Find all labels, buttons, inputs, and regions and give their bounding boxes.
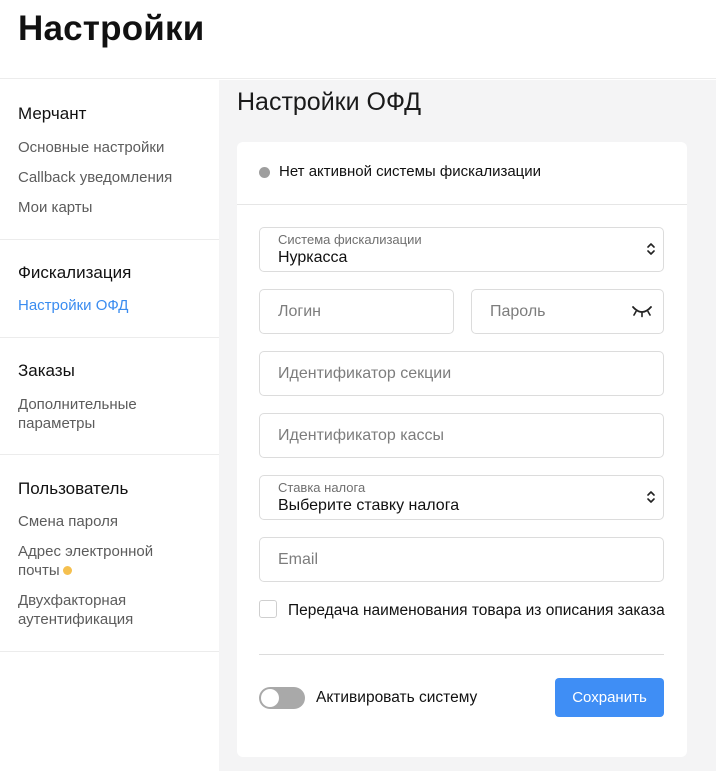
toggle-knob (261, 689, 279, 707)
main-content: Настройки ОФД Нет активной системы фиска… (219, 80, 716, 771)
chevron-up-down-icon (647, 243, 655, 255)
form-divider (259, 654, 664, 655)
page-header: Настройки (0, 0, 716, 79)
sidebar-item-extra-params[interactable]: Дополнительные параметры (18, 395, 137, 433)
email-field[interactable] (259, 537, 664, 582)
activate-system-label: Активировать систему (316, 689, 478, 706)
sidebar-item-my-cards[interactable]: Мои карты (18, 198, 92, 217)
login-input[interactable] (260, 290, 453, 333)
sidebar-divider (0, 239, 219, 240)
fiscal-status-bar: Нет активной системы фискализации (237, 142, 687, 205)
sidebar-item-main-settings[interactable]: Основные настройки (18, 138, 164, 157)
ofd-settings-card: Нет активной системы фискализации Систем… (237, 142, 687, 757)
section-title: Настройки ОФД (237, 88, 422, 116)
sidebar-divider (0, 337, 219, 338)
tax-rate-select[interactable]: Ставка налога Выберите ставку налога (259, 475, 664, 520)
cashbox-id-input[interactable] (260, 414, 663, 457)
warning-dot-icon (62, 566, 72, 575)
sidebar-item-label: Адрес электронной (18, 543, 154, 560)
sidebar-heading-user: Пользователь (18, 479, 129, 498)
sidebar-item-label: аутентификация (18, 611, 134, 628)
status-dot-icon (259, 167, 270, 178)
chevron-up-down-icon (647, 491, 655, 503)
sidebar-item-ofd-settings[interactable]: Настройки ОФД (18, 296, 128, 315)
section-id-field[interactable] (259, 351, 664, 396)
sidebar-heading-fiscalization: Фискализация (18, 263, 132, 282)
cashbox-id-field[interactable] (259, 413, 664, 458)
fiscal-system-value: Нуркасса (278, 249, 348, 266)
email-input[interactable] (260, 538, 663, 581)
sidebar-divider (0, 651, 219, 652)
login-field[interactable] (259, 289, 454, 334)
eye-closed-icon[interactable] (631, 304, 653, 318)
sidebar-heading-merchant: Мерчант (18, 104, 87, 123)
save-button[interactable]: Сохранить (555, 678, 664, 717)
sidebar: Мерчант Основные настройки Callback увед… (0, 80, 219, 771)
sidebar-item-label: Двухфакторная (18, 592, 127, 609)
page-title: Настройки (18, 9, 205, 48)
sidebar-item-label: параметры (18, 415, 96, 432)
sidebar-item-callback[interactable]: Callback уведомления (18, 168, 172, 187)
sidebar-item-label: Дополнительные (18, 396, 137, 413)
tax-rate-label: Ставка налога (278, 480, 366, 495)
tax-rate-value: Выберите ставку налога (278, 497, 460, 514)
section-id-input[interactable] (260, 352, 663, 395)
status-text: Нет активной системы фискализации (279, 163, 542, 180)
sidebar-divider (0, 454, 219, 455)
fiscal-system-select[interactable]: Система фискализации Нуркасса (259, 227, 664, 272)
pass-name-checkbox-label[interactable]: Передача наименования товара из описания… (259, 600, 669, 621)
sidebar-item-email[interactable]: Адрес электронной почты (18, 542, 153, 580)
sidebar-heading-orders: Заказы (18, 361, 75, 380)
pass-name-checkbox[interactable] (259, 600, 277, 618)
fiscal-system-label: Система фискализации (278, 232, 422, 247)
activate-system-toggle[interactable] (259, 687, 305, 709)
sidebar-item-change-password[interactable]: Смена пароля (18, 512, 118, 531)
sidebar-item-two-factor[interactable]: Двухфакторная аутентификация (18, 591, 133, 629)
sidebar-item-label: почты (18, 562, 60, 579)
password-field[interactable] (471, 289, 664, 334)
